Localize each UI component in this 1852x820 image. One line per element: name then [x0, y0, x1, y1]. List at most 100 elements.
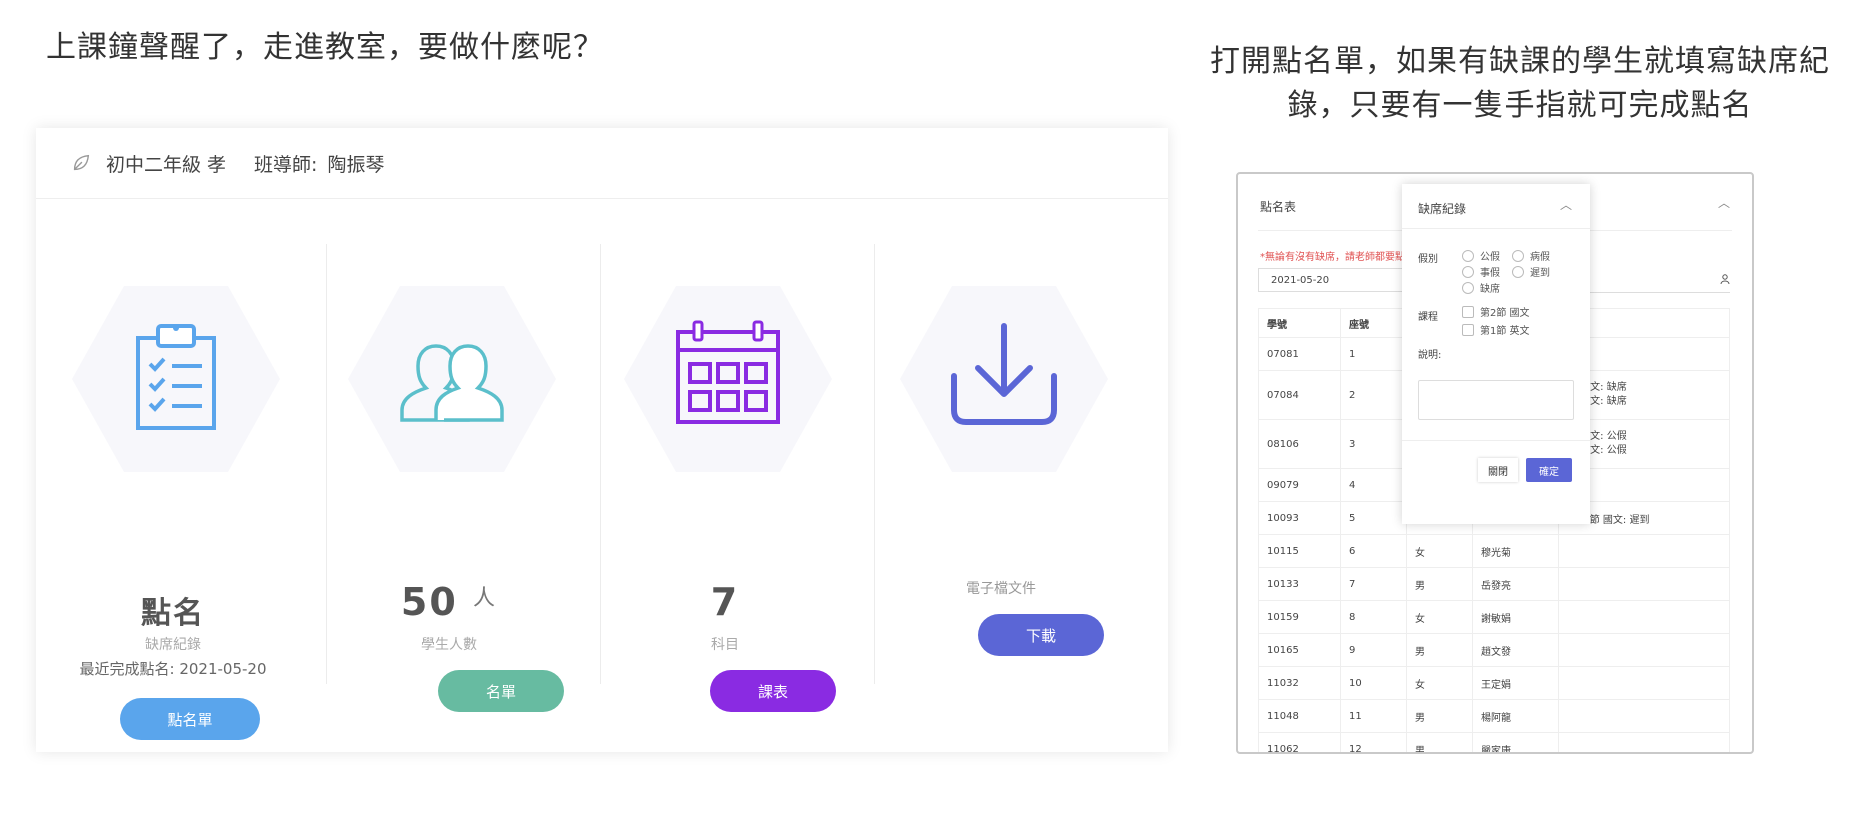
- subject-count-label: 科目: [711, 637, 739, 653]
- download-button[interactable]: 下載: [978, 614, 1104, 656]
- cell-seat: 6: [1340, 534, 1407, 568]
- radio-icon: [1512, 249, 1524, 262]
- cell-seat: 9: [1340, 633, 1407, 667]
- cell-sex: 男: [1406, 699, 1473, 733]
- checkbox-icon: [1462, 305, 1474, 318]
- teacher-label: 班導師:: [254, 153, 318, 176]
- class-dashboard-card: 初中二年級 孝 班導師: 陶振琴 點名 缺席紀錄 最近完成點名: 2021-05…: [36, 128, 1168, 752]
- cell-seat: 7: [1340, 567, 1407, 601]
- cell-seat: 4: [1340, 468, 1407, 502]
- headline-left: 上課鐘聲醒了，走進教室，要做什麼呢？: [46, 30, 604, 65]
- cell-student-id: 10093: [1258, 501, 1341, 535]
- teacher-name: 陶振琴: [327, 153, 385, 176]
- confirm-button[interactable]: 確定: [1526, 458, 1572, 482]
- cell-student-id: 09079: [1258, 468, 1341, 502]
- option-label: 第2節 國文: [1480, 308, 1530, 319]
- cell-seat: 10: [1340, 666, 1407, 700]
- cell-seat: 2: [1340, 370, 1407, 420]
- divider: [1402, 440, 1590, 441]
- search-field[interactable]: [1590, 268, 1730, 293]
- leave-type-label: 假別: [1418, 254, 1438, 265]
- headline-right: 打開點名單，如果有缺課的學生就填寫缺席紀錄，只要有一隻手指就可完成點名: [1210, 44, 1830, 123]
- cell-student-id: 10165: [1258, 633, 1341, 667]
- option-label: 病假: [1530, 252, 1550, 263]
- subject-count: 7: [710, 580, 740, 624]
- cell-name: 嚴家康: [1472, 732, 1559, 752]
- roll-call-sub: 缺席紀錄: [145, 637, 201, 653]
- table-row[interactable]: 11048 11 男 楊阿龍: [1258, 699, 1730, 733]
- radio-public-leave[interactable]: 公假: [1462, 248, 1500, 263]
- note-line: 節 國文: 缺席: [1567, 382, 1627, 393]
- cell-student-id: 10115: [1258, 534, 1341, 568]
- cell-note: [1558, 699, 1730, 733]
- note-label: 說明:: [1418, 350, 1442, 361]
- note-textarea[interactable]: [1418, 380, 1574, 420]
- cell-name: 岳發亮: [1472, 567, 1559, 601]
- cell-student-id: 10159: [1258, 600, 1341, 634]
- class-name: 初中二年級 孝: [106, 153, 227, 176]
- tile-subjects: 7 科目 課表: [588, 198, 862, 712]
- cell-student-id: 07084: [1258, 370, 1341, 420]
- student-count-unit: 人: [473, 586, 498, 611]
- cell-note: [1558, 666, 1730, 700]
- radio-sick-leave[interactable]: 病假: [1512, 248, 1550, 263]
- table-row[interactable]: 10165 9 男 趙文發: [1258, 633, 1730, 667]
- cell-sex: 男: [1406, 633, 1473, 667]
- user-icon[interactable]: [1720, 274, 1730, 287]
- column-header-student-id: 學號: [1258, 308, 1341, 338]
- chevron-up-icon[interactable]: ︿: [1560, 196, 1572, 213]
- close-button[interactable]: 關閉: [1478, 458, 1518, 482]
- cell-seat: 5: [1340, 501, 1407, 535]
- cell-student-id: 11032: [1258, 666, 1341, 700]
- option-label: 遲到: [1530, 268, 1550, 279]
- absence-record-popup: 缺席紀錄 ︿ 假別 公假 病假 事假 遲到 缺席 課程 第2節 國文 第1節 英…: [1402, 184, 1590, 524]
- table-row[interactable]: 11032 10 女 王定娟: [1258, 666, 1730, 700]
- tile-roll-call: 點名 缺席紀錄 最近完成點名: 2021-05-20 點名單: [36, 198, 310, 740]
- checkbox-course-1[interactable]: 第2節 國文: [1462, 304, 1530, 319]
- download-icon: [951, 323, 1057, 425]
- student-count: 50 人: [312, 580, 586, 624]
- cell-seat: 8: [1340, 600, 1407, 634]
- cell-seat: 3: [1340, 419, 1407, 469]
- roll-call-button[interactable]: 點名單: [120, 698, 260, 740]
- table-row[interactable]: 10133 7 男 岳發亮: [1258, 567, 1730, 601]
- cell-name: 楊阿龍: [1472, 699, 1559, 733]
- student-count-label: 學生人數: [421, 637, 477, 653]
- cell-sex: 男: [1406, 567, 1473, 601]
- cell-name: 穆光菊: [1472, 534, 1559, 568]
- cell-note: [1558, 633, 1730, 667]
- note-line: 節 英文: 公假: [1567, 445, 1627, 456]
- last-roll-call-date: 最近完成點名: 2021-05-20: [79, 660, 267, 678]
- cell-name: 王定娟: [1472, 666, 1559, 700]
- chevron-up-icon[interactable]: ︿: [1718, 194, 1730, 211]
- table-row[interactable]: 10159 8 女 謝敏娟: [1258, 600, 1730, 634]
- cell-student-id: 11062: [1258, 732, 1341, 752]
- timetable-button[interactable]: 課表: [710, 670, 836, 712]
- radio-icon: [1462, 265, 1474, 278]
- leaf-icon: [73, 154, 90, 171]
- checkbox-course-2[interactable]: 第1節 英文: [1462, 322, 1530, 337]
- cell-student-id: 11048: [1258, 699, 1341, 733]
- radio-personal-leave[interactable]: 事假: [1462, 264, 1500, 279]
- clipboard-icon: [136, 324, 216, 430]
- tiles-row: 點名 缺席紀錄 最近完成點名: 2021-05-20 點名單 50 人 學生人數…: [36, 198, 1168, 752]
- radio-icon: [1512, 265, 1524, 278]
- roll-call-title: 點名: [141, 596, 205, 631]
- cell-student-id: 08106: [1258, 419, 1341, 469]
- cell-note: [1558, 600, 1730, 634]
- cell-sex: 女: [1406, 666, 1473, 700]
- radio-late[interactable]: 遲到: [1512, 264, 1550, 279]
- option-label: 缺席: [1480, 284, 1500, 295]
- student-list-button[interactable]: 名單: [438, 670, 564, 712]
- cell-seat: 12: [1340, 732, 1407, 752]
- divider: [1402, 228, 1590, 229]
- table-row[interactable]: 11062 12 男 嚴家康: [1258, 732, 1730, 752]
- date-field[interactable]: 2021-05-20: [1258, 268, 1414, 292]
- tile-students: 50 人 學生人數 名單: [312, 198, 586, 712]
- note-line: 節 國文: 公假: [1567, 431, 1627, 442]
- radio-absent[interactable]: 缺席: [1462, 280, 1500, 295]
- option-label: 事假: [1480, 268, 1500, 279]
- table-row[interactable]: 10115 6 女 穆光菊: [1258, 534, 1730, 568]
- cell-student-id: 07081: [1258, 337, 1341, 371]
- cell-seat: 11: [1340, 699, 1407, 733]
